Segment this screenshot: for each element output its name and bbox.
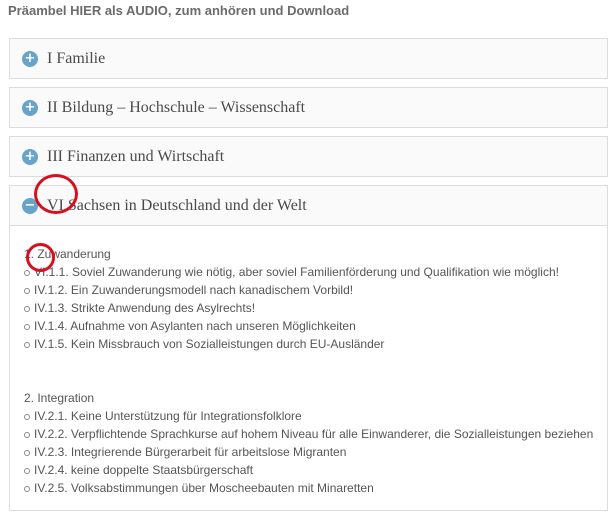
list-item: IV.1.2. Ein Zuwanderungsmodell nach kana… — [24, 281, 607, 299]
section-heading-integration: 2. Integration — [24, 391, 95, 405]
accordion-header-sachsen[interactable]: − VI Sachsen in Deutschland und der Welt — [10, 186, 607, 226]
plus-icon[interactable]: + — [22, 50, 38, 67]
list-item: IV.2.3. Integrierende Bürgerarbeit für a… — [24, 443, 607, 461]
list-item: IV.2.1. Keine Unterstützung für Integrat… — [24, 407, 607, 425]
accordion-title[interactable]: VI Sachsen in Deutschland und der Welt — [47, 197, 307, 215]
accordion-body: 1. Zuwanderung VI.1.1. Soviel Zuwanderun… — [10, 226, 607, 510]
section-heading-zuwanderung: 1. Zuwanderung — [24, 247, 111, 261]
accordion-title[interactable]: I Familie — [47, 50, 105, 68]
plus-icon[interactable]: + — [22, 99, 38, 116]
list-item: IV.2.2. Verpflichtende Sprachkurse auf h… — [24, 425, 607, 443]
list-item: IV.2.5. Volksabstimmungen über Moscheeba… — [24, 479, 607, 497]
accordion: + I Familie + II Bildung – Hochschule – … — [9, 38, 608, 519]
accordion-panel-familie: + I Familie — [9, 38, 608, 79]
list-item: IV.1.4. Aufnahme von Asylanten nach unse… — [24, 317, 607, 335]
audio-download-link[interactable]: Präambel HIER als AUDIO, zum anhören und… — [8, 3, 349, 18]
item-list-zuwanderung: VI.1.1. Soviel Zuwanderung wie nötig, ab… — [24, 263, 607, 353]
accordion-title[interactable]: III Finanzen und Wirtschaft — [47, 148, 224, 166]
plus-icon[interactable]: + — [22, 148, 38, 165]
minus-icon[interactable]: − — [22, 197, 38, 214]
list-item: IV.2.4. keine doppelte Staatsbürgerschaf… — [24, 461, 607, 479]
accordion-panel-sachsen: − VI Sachsen in Deutschland und der Welt… — [9, 185, 608, 511]
accordion-panel-bildung: + II Bildung – Hochschule – Wissenschaft — [9, 87, 608, 128]
list-item: VI.1.1. Soviel Zuwanderung wie nötig, ab… — [24, 263, 607, 281]
list-item: IV.1.5. Kein Missbrauch von Sozialleistu… — [24, 335, 607, 353]
accordion-title[interactable]: II Bildung – Hochschule – Wissenschaft — [47, 99, 305, 117]
accordion-header-finanzen[interactable]: + III Finanzen und Wirtschaft — [10, 137, 607, 176]
item-list-integration: IV.2.1. Keine Unterstützung für Integrat… — [24, 407, 607, 497]
accordion-header-familie[interactable]: + I Familie — [10, 39, 607, 78]
accordion-header-bildung[interactable]: + II Bildung – Hochschule – Wissenschaft — [10, 88, 607, 127]
accordion-panel-finanzen: + III Finanzen und Wirtschaft — [9, 136, 608, 177]
list-item: IV.1.3. Strikte Anwendung des Asylrechts… — [24, 299, 607, 317]
